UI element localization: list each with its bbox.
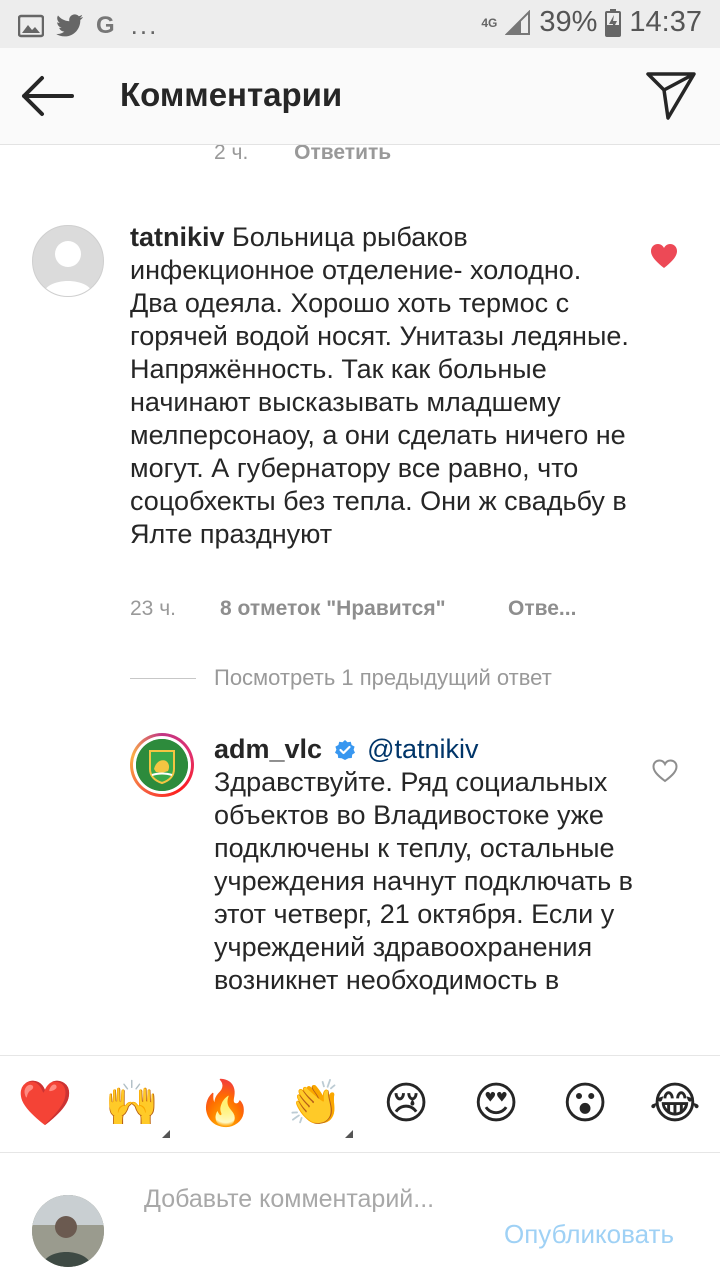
comment-input[interactable]: [144, 1183, 484, 1253]
previous-comment-reply-button[interactable]: Ответить: [294, 145, 391, 164]
crying-face-emoji[interactable]: 😢: [378, 1076, 434, 1132]
avatar-ring: [133, 736, 191, 794]
signal-icon: [505, 9, 531, 35]
raised-hands-emoji[interactable]: 🙌: [104, 1076, 170, 1138]
image-icon: [18, 14, 44, 37]
status-overflow: ...: [130, 10, 159, 40]
verified-badge-icon: [334, 740, 355, 760]
clapping-hands-emoji[interactable]: 👏: [287, 1076, 353, 1138]
heart-emoji[interactable]: ❤️: [17, 1076, 73, 1132]
view-previous-replies-link[interactable]: Посмотреть 1 предыдущий ответ: [214, 665, 552, 691]
default-avatar-icon: [43, 241, 93, 296]
previous-comment-time: 2 ч.: [214, 145, 249, 164]
clapping-hands-emoji-glyph: 👏: [287, 1078, 343, 1129]
google-icon: G: [96, 11, 115, 39]
status-bar-system: 4G 39% 14:37: [481, 6, 702, 39]
comment-text: Больница рыбаков инфекционное отделение-…: [130, 222, 629, 549]
heart-filled-icon[interactable]: [650, 243, 678, 269]
reply-mention[interactable]: @tatnikiv: [367, 734, 478, 764]
comment-composer: Опубликовать: [0, 1152, 720, 1281]
status-bar-notifications: G ...: [18, 10, 158, 41]
comments-list[interactable]: 2 ч. Ответить tatnikiv Больница рыбаков …: [0, 145, 720, 1055]
skin-tone-indicator: [162, 1130, 170, 1138]
back-arrow-icon[interactable]: [20, 74, 76, 118]
send-direct-icon[interactable]: [644, 68, 698, 122]
heart-eyes-emoji[interactable]: 😍: [468, 1076, 524, 1132]
user-photo-icon: [32, 1195, 104, 1267]
comment-meta: 23 ч. 8 отметок "Нравится" Отве...: [130, 597, 576, 621]
raised-hands-emoji-glyph: 🙌: [104, 1078, 160, 1129]
publish-button[interactable]: Опубликовать: [504, 1219, 674, 1250]
tears-of-joy-emoji[interactable]: 😂: [647, 1076, 703, 1132]
avatar[interactable]: [32, 225, 104, 297]
previous-comment-meta: 2 ч. Ответить: [214, 145, 391, 165]
heart-outline-icon[interactable]: [652, 759, 678, 783]
comment-reply-button[interactable]: Отве...: [508, 597, 576, 621]
status-bar: G ... 4G 39% 14:37: [0, 0, 720, 48]
surprised-face-emoji[interactable]: 😮: [557, 1076, 613, 1132]
clock: 14:37: [629, 6, 702, 38]
skin-tone-indicator: [345, 1130, 353, 1138]
app-header: Комментарии: [0, 48, 720, 145]
fire-emoji[interactable]: 🔥: [197, 1076, 253, 1132]
page-title: Комментарии: [120, 76, 343, 113]
battery-percent: 39%: [539, 6, 598, 38]
avatar[interactable]: [130, 733, 194, 797]
comment-username[interactable]: tatnikiv: [130, 222, 225, 252]
comment-time: 23 ч.: [130, 597, 176, 620]
reply-body: adm_vlc @tatnikiv Здравствуйте. Ряд соци…: [214, 733, 634, 997]
reply-text: Здравствуйте. Ряд социальных объектов во…: [214, 767, 634, 995]
coat-of-arms-icon: [136, 739, 188, 791]
twitter-icon: [56, 13, 83, 36]
network-type: 4G: [481, 15, 498, 30]
comment-body: tatnikiv Больница рыбаков инфекционное о…: [130, 221, 630, 551]
divider: [130, 678, 196, 679]
avatar[interactable]: [32, 1195, 104, 1267]
battery-icon: [605, 8, 622, 37]
reply-username[interactable]: adm_vlc: [214, 734, 322, 764]
comment-likes[interactable]: 8 отметок "Нравится": [220, 597, 446, 621]
emoji-quick-bar: ❤️ 🙌 🔥 👏 😢 😍 😮 😂: [0, 1055, 720, 1153]
